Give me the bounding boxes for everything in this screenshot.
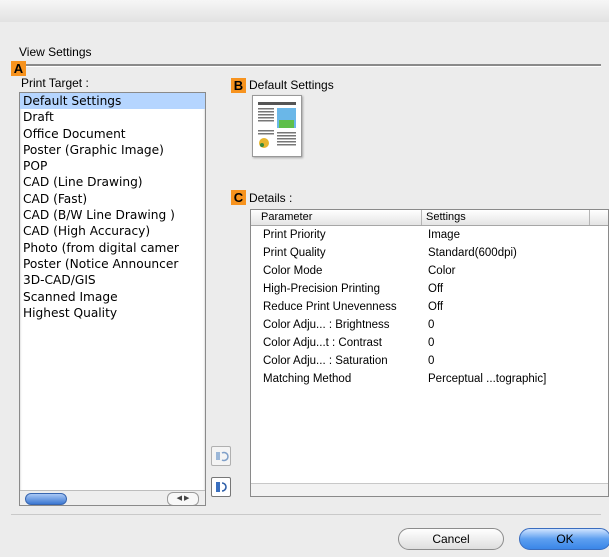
ok-button[interactable]: OK [519,528,609,550]
column-divider [589,210,590,225]
default-settings-label: Default Settings [249,78,334,92]
info-settings-button[interactable] [211,477,231,497]
cancel-button[interactable]: Cancel [398,528,504,550]
setting-cell: Perceptual ...tographic] [428,373,547,385]
print-target-item[interactable]: Draft [20,109,205,125]
section-title: View Settings [19,45,92,59]
info-icon [216,482,227,492]
restore-icon [216,451,229,462]
page-preview-thumbnail [252,95,302,157]
setting-cell: Off [428,283,444,295]
details-table[interactable]: Parameter Settings Print Priority Image Pr… [250,209,609,497]
print-target-item[interactable]: Default Settings [20,93,205,110]
parameter-cell: Color Mode [263,265,323,277]
column-divider [421,210,422,225]
section-divider [11,64,601,67]
setting-cell: Off [428,301,444,313]
document-preview-icon [258,102,296,148]
column-header-parameter[interactable]: Parameter [261,211,312,223]
print-target-label: Print Target : [21,76,89,90]
table-row: Color Adju... : Brightness 0 [251,317,608,335]
table-row: Reduce Print Unevenness Off [251,299,608,317]
print-target-item[interactable]: Poster (Notice Announcer [20,256,205,272]
table-row: Print Priority Image [251,227,608,245]
parameter-cell: Reduce Print Unevenness [263,301,397,313]
marker-a: A [11,61,26,76]
print-target-item[interactable]: CAD (Line Drawing) [20,174,205,190]
print-target-item[interactable]: Scanned Image [20,289,205,305]
print-target-item[interactable]: CAD (Fast) [20,191,205,207]
scrollbar-thumb[interactable] [25,493,67,505]
column-header-settings[interactable]: Settings [426,211,466,223]
print-target-item[interactable]: Photo (from digital camer [20,240,205,256]
parameter-cell: High-Precision Printing [263,283,380,295]
print-target-item[interactable]: CAD (High Accuracy) [20,223,205,239]
table-row: Print Quality Standard(600dpi) [251,245,608,263]
setting-cell: 0 [428,319,435,331]
parameter-cell: Print Priority [263,229,326,241]
parameter-cell: Color Adju...t : Contrast [263,337,382,349]
print-target-item[interactable]: CAD (B/W Line Drawing ) [20,207,205,223]
setting-cell: Color [428,265,456,277]
setting-cell: 0 [428,337,435,349]
table-row: Color Adju...t : Contrast 0 [251,335,608,353]
print-target-list[interactable]: Default Settings Draft Office Document Post… [19,92,206,506]
table-row: Matching Method Perceptual ...tographic] [251,371,608,389]
table-row: Color Mode Color [251,263,608,281]
print-target-item[interactable]: Office Document [20,126,205,142]
print-target-item[interactable]: 3D-CAD/GIS [20,272,205,288]
window-titlebar [0,0,609,22]
marker-b: B [231,78,246,93]
setting-cell: Standard(600dpi) [428,247,517,259]
setting-cell: Image [428,229,460,241]
scroll-arrows[interactable]: ◀ ▶ [167,492,199,505]
table-row: High-Precision Printing Off [251,281,608,299]
list-horizontal-scrollbar[interactable]: ◀ ▶ [20,490,205,505]
parameter-cell: Matching Method [263,373,352,385]
parameter-cell: Print Quality [263,247,326,259]
bottom-divider [11,514,601,515]
print-target-item[interactable]: Poster (Graphic Image) [20,142,205,158]
marker-c: C [231,190,246,205]
details-label: Details : [249,191,293,205]
parameter-cell: Color Adju... : Brightness [263,319,390,331]
restore-settings-button[interactable] [211,446,231,466]
setting-cell: 0 [428,355,435,367]
print-target-item[interactable]: POP [20,158,205,174]
table-row: Color Adju... : Saturation 0 [251,353,608,371]
print-target-item[interactable]: Highest Quality [20,305,205,321]
parameter-cell: Color Adju... : Saturation [263,355,388,367]
table-header: Parameter Settings [251,210,608,226]
table-footer-scrollbar[interactable] [251,483,608,496]
